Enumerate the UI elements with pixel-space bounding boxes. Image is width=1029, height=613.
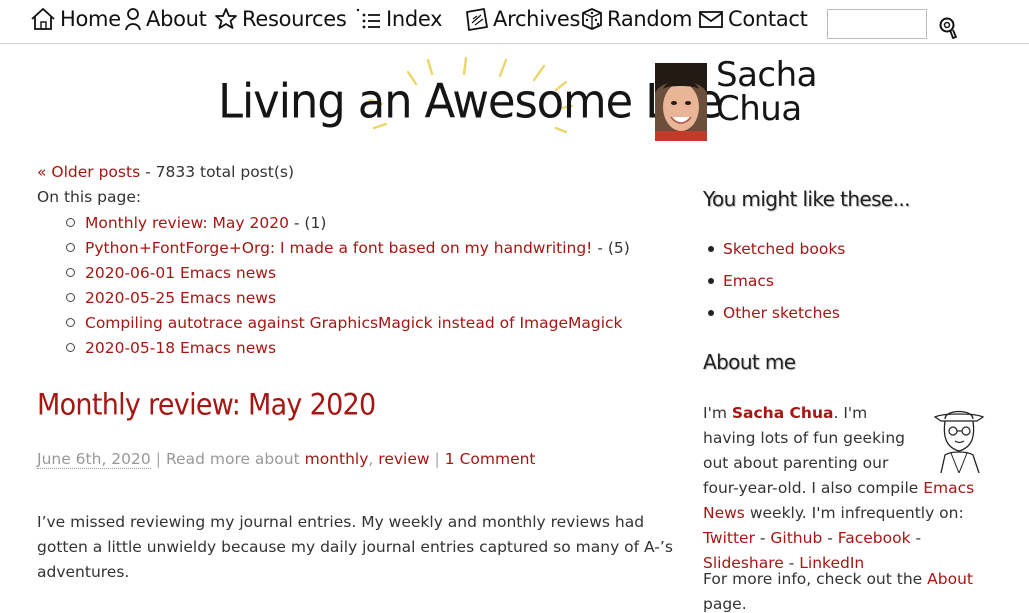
- github-link[interactable]: Github: [770, 529, 822, 547]
- link-separator: -: [822, 529, 838, 547]
- suggestion-list: Sketched books Emacs Other sketches: [707, 238, 845, 334]
- toc-link[interactable]: 2020-05-25 Emacs news: [85, 289, 276, 307]
- meta-separator: |: [155, 450, 161, 468]
- list-item: Other sketches: [707, 302, 845, 334]
- comment-count: - (5): [592, 239, 630, 257]
- nav-home-label: Home: [60, 7, 121, 31]
- link-separator: -: [754, 529, 771, 547]
- facebook-link[interactable]: Facebook: [838, 529, 911, 547]
- list-item: 2020-06-01 Emacs news: [66, 262, 630, 287]
- twitter-link[interactable]: Twitter: [703, 529, 755, 547]
- post-meta: June 6th, 2020 | Read more about monthly, …: [37, 450, 536, 469]
- sidebar-heading-suggestions: You might like these...: [703, 187, 911, 211]
- site-banner: Living an Awesome Life Sacha Chua: [0, 46, 1029, 158]
- about-blurb: I'm Sacha Chua. I'm having lots of fun g…: [703, 401, 985, 576]
- search-input[interactable]: [827, 9, 927, 39]
- read-more-label: Read more about: [165, 450, 300, 468]
- list-item: 2020-05-18 Emacs news: [66, 337, 630, 362]
- list-item: Emacs: [707, 270, 845, 302]
- tag-link-review[interactable]: review: [378, 450, 429, 468]
- list-item: Sketched books: [707, 238, 845, 270]
- avatar: [655, 63, 707, 141]
- author-sketch-icon: [933, 410, 985, 473]
- toc-list: Monthly review: May 2020 - (1) Python+Fo…: [66, 212, 630, 362]
- list-item: Python+FontForge+Org: I made a font base…: [66, 237, 630, 262]
- nav-archives[interactable]: Archives: [465, 4, 580, 34]
- nav-archives-label: Archives: [493, 7, 581, 31]
- link-separator: -: [910, 529, 922, 547]
- toc-link[interactable]: 2020-06-01 Emacs news: [85, 264, 276, 282]
- post-date: June 6th, 2020: [37, 450, 151, 469]
- nav-resources-label: Resources: [242, 7, 347, 31]
- tag-link-monthly[interactable]: monthly: [305, 450, 369, 468]
- nav-random-label: Random: [607, 7, 693, 31]
- nav-resources[interactable]: Resources: [214, 4, 347, 34]
- about-page-link[interactable]: About: [927, 570, 973, 588]
- magnifier-icon[interactable]: [936, 15, 960, 41]
- post-excerpt: I’ve missed reviewing my journal entries…: [37, 513, 673, 581]
- more-info-text: For more info, check out the: [703, 570, 928, 588]
- author-last-name: Chua: [716, 89, 802, 129]
- older-posts-link[interactable]: « Older posts: [37, 163, 140, 181]
- nav-contact-label: Contact: [728, 7, 808, 31]
- about-name-link[interactable]: Sacha Chua: [732, 404, 834, 422]
- suggestion-link[interactable]: Other sketches: [723, 304, 840, 322]
- toc-link[interactable]: Monthly review: May 2020: [85, 214, 289, 232]
- pagination-line: « Older posts - 7833 total post(s): [37, 163, 294, 181]
- dice-icon: [582, 8, 602, 30]
- author-name: Sacha Chua: [716, 58, 846, 126]
- star-icon: [215, 8, 237, 29]
- list-item: 2020-05-25 Emacs news: [66, 287, 630, 312]
- nav-about-label: About: [146, 7, 207, 31]
- nav-index-label: Index: [386, 7, 443, 31]
- site-title[interactable]: Living an Awesome Life: [218, 71, 723, 134]
- toc-link[interactable]: Compiling autotrace against GraphicsMagi…: [85, 314, 623, 332]
- suggestion-link[interactable]: Sketched books: [723, 240, 845, 258]
- list-item: Compiling autotrace against GraphicsMagi…: [66, 312, 630, 337]
- person-icon: [125, 8, 141, 31]
- more-info-end: page.: [703, 595, 747, 613]
- more-info: For more info, check out the About page.: [703, 567, 993, 613]
- nav-home[interactable]: Home: [30, 4, 121, 34]
- nav-about[interactable]: About: [124, 4, 207, 34]
- nav-random[interactable]: Random: [581, 4, 692, 34]
- toc-link[interactable]: 2020-05-18 Emacs news: [85, 339, 276, 357]
- about-text-part: weekly. I'm infrequently on:: [744, 504, 964, 522]
- nav-contact[interactable]: Contact: [698, 4, 808, 34]
- post-title[interactable]: Monthly review: May 2020: [37, 389, 376, 422]
- author-first-name: Sacha: [716, 55, 818, 95]
- top-nav: Home About Resources Index Archives Rand…: [0, 0, 1029, 44]
- meta-separator: |: [434, 450, 440, 468]
- sidebar-heading-about: About me: [703, 350, 796, 374]
- on-this-page-label: On this page:: [37, 188, 142, 206]
- nav-index[interactable]: Index: [354, 4, 443, 34]
- comment-count: - (1): [288, 214, 327, 232]
- list-icon: [356, 8, 380, 29]
- suggestion-link[interactable]: Emacs: [723, 272, 774, 290]
- comments-link[interactable]: 1 Comment: [445, 450, 536, 468]
- toc-link[interactable]: Python+FontForge+Org: I made a font base…: [85, 239, 592, 257]
- calendar-icon: [466, 8, 488, 31]
- house-icon: [31, 7, 55, 30]
- envelope-icon: [699, 11, 723, 28]
- tag-separator: ,: [368, 450, 374, 468]
- list-item: Monthly review: May 2020 - (1): [66, 212, 630, 237]
- about-text-part: I'm: [703, 404, 732, 422]
- total-posts-count: - 7833 total post(s): [145, 163, 295, 181]
